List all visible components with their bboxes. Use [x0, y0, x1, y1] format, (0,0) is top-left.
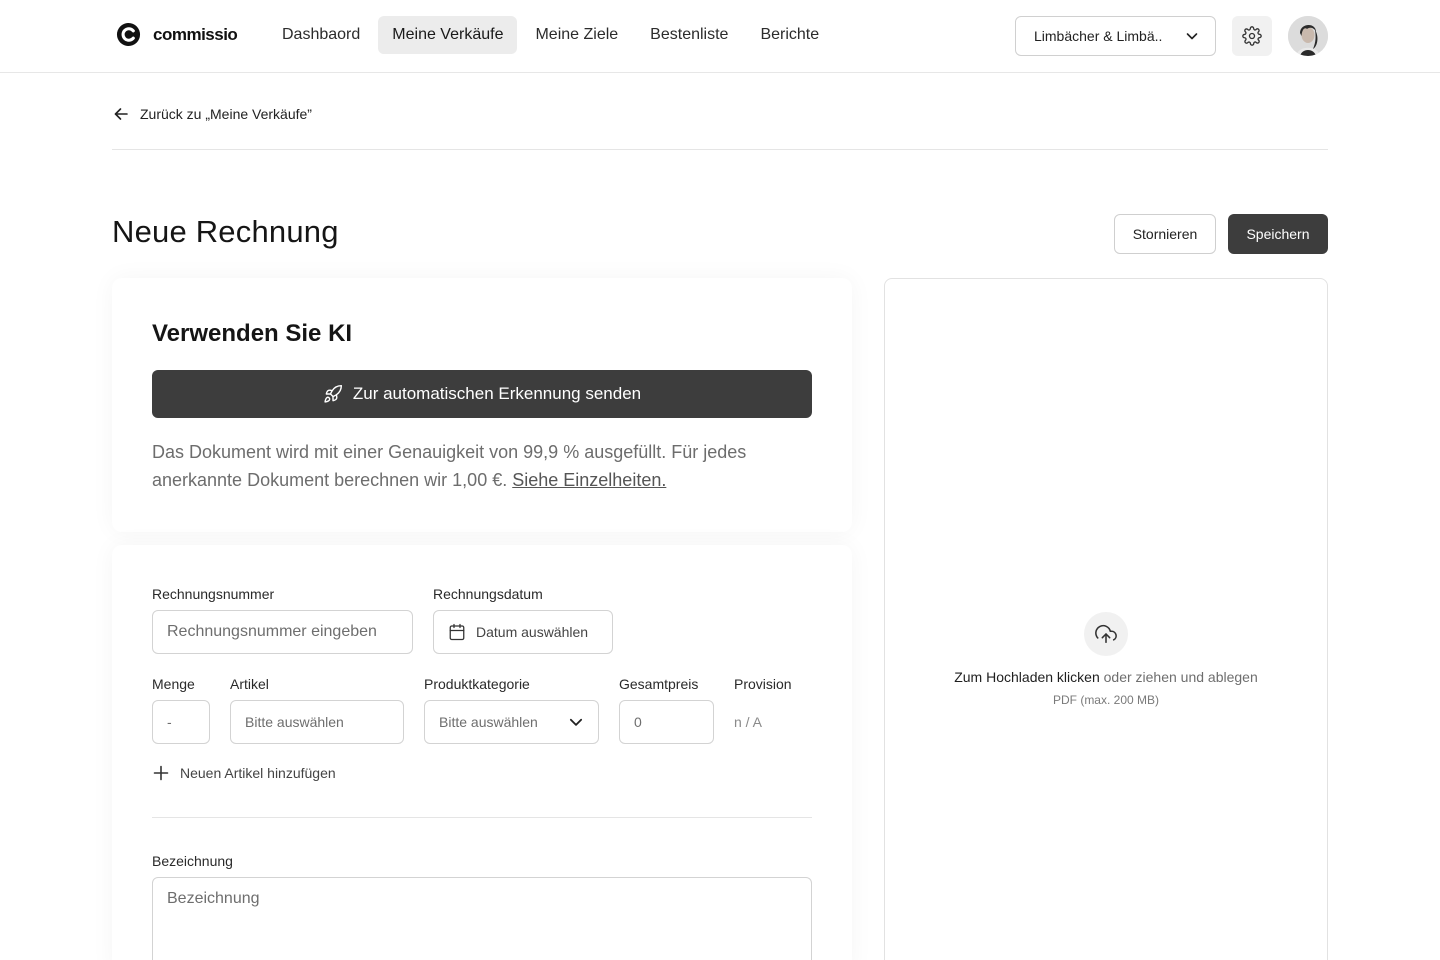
total-price-input[interactable]: 0: [619, 700, 714, 744]
auto-detect-button-label: Zur automatischen Erkennung senden: [352, 384, 642, 403]
invoice-number-label: Rechnungsnummer: [152, 586, 275, 602]
upload-icon-wrapper: [1084, 612, 1128, 656]
nav-item-meine-ziele[interactable]: Meine Ziele: [521, 16, 632, 54]
upload-instruction: Zum Hochladen klicken oder ziehen und ab…: [885, 669, 1327, 685]
company-select-value: Limbächer & Limbä..: [1034, 28, 1163, 44]
plus-icon: [153, 765, 169, 781]
nav-item-berichte[interactable]: Berichte: [746, 16, 833, 54]
chevron-down-icon: [569, 718, 583, 726]
user-avatar[interactable]: [1288, 16, 1328, 56]
auto-detect-button[interactable]: Zur automatischen Erkennung senden: [152, 370, 812, 418]
nav-item-dashboard[interactable]: Dashbaord: [268, 16, 374, 54]
add-item-label: Neuen Artikel hinzufügen: [180, 765, 336, 781]
invoice-form-card: Rechnungsnummer Rechnungsnummer eingeben…: [112, 545, 852, 960]
company-select[interactable]: Limbächer & Limbä..: [1015, 16, 1216, 56]
upload-cloud-icon: [1095, 624, 1117, 644]
top-navigation-bar: commissio Dashbaord Meine Verkäufe Meine…: [0, 0, 1440, 73]
nav-item-bestenliste[interactable]: Bestenliste: [636, 16, 742, 54]
invoice-date-placeholder: Datum auswählen: [476, 624, 589, 640]
upload-drag-label: oder ziehen und ablegen: [1099, 669, 1258, 685]
page-title: Neue Rechnung: [112, 214, 339, 249]
description-label: Bezeichnung: [152, 853, 233, 869]
save-button[interactable]: Speichern: [1228, 214, 1328, 254]
gear-icon: [1242, 26, 1262, 46]
article-placeholder: Bitte auswählen: [245, 714, 344, 730]
quantity-label: Menge: [152, 676, 195, 692]
quantity-value: -: [167, 714, 172, 730]
ai-description: Das Dokument wird mit einer Genauigkeit …: [152, 438, 812, 494]
invoice-date-picker[interactable]: Datum auswählen: [433, 610, 613, 654]
invoice-date-label: Rechnungsdatum: [433, 586, 543, 602]
calendar-icon: [449, 623, 465, 641]
form-divider: [152, 817, 812, 818]
article-label: Artikel: [230, 676, 269, 692]
add-item-button[interactable]: Neuen Artikel hinzufügen: [152, 764, 336, 782]
commissio-logo-icon: [116, 22, 141, 47]
provision-label: Provision: [734, 676, 792, 692]
quantity-input[interactable]: -: [152, 700, 210, 744]
invoice-number-input[interactable]: Rechnungsnummer eingeben: [152, 610, 413, 654]
chevron-down-icon: [1186, 33, 1198, 40]
provision-value: n / A: [734, 714, 763, 730]
details-link[interactable]: Siehe Einzelheiten.: [512, 470, 666, 490]
category-placeholder: Bitte auswählen: [439, 714, 538, 730]
divider: [112, 149, 1328, 150]
description-placeholder: Bezeichnung: [167, 890, 260, 907]
cancel-button[interactable]: Stornieren: [1114, 214, 1216, 254]
settings-button[interactable]: [1232, 16, 1272, 56]
main-nav: Dashbaord Meine Verkäufe Meine Ziele Bes…: [268, 16, 833, 54]
brand-name: commissio: [153, 24, 238, 44]
avatar-image: [1288, 16, 1328, 56]
back-link[interactable]: Zurück zu „Meine Verkäufe”: [112, 105, 312, 123]
total-price-label: Gesamtpreis: [619, 676, 699, 692]
upload-click-label[interactable]: Zum Hochladen klicken: [954, 669, 1100, 685]
description-textarea[interactable]: Bezeichnung: [152, 877, 812, 960]
rocket-icon: [324, 384, 342, 403]
invoice-number-placeholder: Rechnungsnummer eingeben: [167, 623, 377, 640]
upload-dropzone[interactable]: Zum Hochladen klicken oder ziehen und ab…: [884, 278, 1328, 960]
arrow-left-icon: [114, 108, 128, 120]
back-link-label: Zurück zu „Meine Verkäufe”: [140, 106, 312, 122]
category-label: Produktkategorie: [424, 676, 530, 692]
ai-card: Verwenden Sie KI Zur automatischen Erken…: [112, 278, 852, 532]
nav-item-meine-verkaeufe[interactable]: Meine Verkäufe: [378, 16, 518, 54]
article-input[interactable]: Bitte auswählen: [230, 700, 404, 744]
ai-card-title: Verwenden Sie KI: [152, 320, 353, 347]
category-select[interactable]: Bitte auswählen: [424, 700, 599, 744]
brand-logo[interactable]: commissio: [116, 22, 238, 47]
total-price-value: 0: [634, 714, 642, 730]
upload-hint: PDF (max. 200 MB): [1052, 693, 1160, 707]
